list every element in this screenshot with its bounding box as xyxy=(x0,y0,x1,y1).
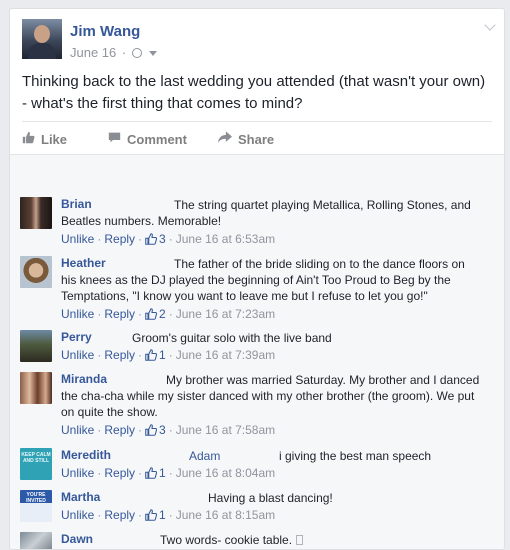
like-count[interactable]: 3 xyxy=(159,423,166,437)
unlike-link[interactable]: Unlike xyxy=(61,423,94,437)
reply-link[interactable]: Reply xyxy=(104,348,135,362)
commenter-name[interactable]: Perry xyxy=(61,330,92,344)
comment-actions: Unlike · Reply · 3 · June 16 at 6:53am xyxy=(61,232,276,246)
thumbs-up-icon xyxy=(145,467,158,479)
commenter-avatar[interactable] xyxy=(20,372,52,404)
comment-bubble-icon xyxy=(108,132,121,143)
comment-timestamp[interactable]: June 16 at 8:04am xyxy=(176,466,275,480)
commenter-name[interactable]: Brian xyxy=(61,197,92,211)
commenter-avatar[interactable] xyxy=(20,532,52,549)
like-button[interactable]: Like xyxy=(22,131,67,147)
comment-button[interactable]: Comment xyxy=(108,131,187,147)
like-count[interactable]: 1 xyxy=(159,348,166,362)
comment-actions: Unlike · Reply · 2 · June 16 at 7:23am xyxy=(61,307,276,321)
comment-actions: Unlike · Reply · 1 · June 16 at 8:04am xyxy=(61,466,276,480)
chevron-down-icon[interactable] xyxy=(484,19,496,31)
author-avatar[interactable] xyxy=(22,19,62,59)
comment-actions: Unlike · Reply · 1 · June 16 at 8:15am xyxy=(61,508,276,522)
commenter-name[interactable]: Dawn xyxy=(61,532,93,546)
reply-link[interactable]: Reply xyxy=(104,307,135,321)
avatar-text: KEEP CALM AND STILL xyxy=(21,452,51,464)
like-label: Like xyxy=(41,132,68,147)
commenter-name[interactable]: Martha xyxy=(61,490,100,504)
like-count[interactable]: 3 xyxy=(159,232,166,246)
share-arrow-icon xyxy=(218,131,232,143)
post-meta: June 16 · xyxy=(70,45,158,60)
reply-link[interactable]: Reply xyxy=(104,466,135,480)
author-name[interactable]: Jim Wang xyxy=(70,23,140,40)
emoji-placeholder xyxy=(296,535,304,545)
commenter-avatar[interactable]: KEEP CALM AND STILL xyxy=(20,448,52,480)
comment-timestamp[interactable]: June 16 at 7:39am xyxy=(176,348,275,362)
comment-timestamp[interactable]: June 16 at 7:23am xyxy=(176,307,275,321)
comment-timestamp[interactable]: June 16 at 7:58am xyxy=(176,423,275,437)
thumbs-up-icon xyxy=(145,509,158,521)
comment-timestamp[interactable]: June 16 at 6:53am xyxy=(176,232,275,246)
commenter-name[interactable]: Miranda xyxy=(61,372,107,386)
commenter-avatar[interactable] xyxy=(20,197,52,229)
thumbs-up-icon xyxy=(22,131,35,144)
comment-label: Comment xyxy=(127,132,187,147)
share-label: Share xyxy=(238,132,275,147)
comments-section: Brian The string quartet playing Metalli… xyxy=(10,154,504,549)
unlike-link[interactable]: Unlike xyxy=(61,307,94,321)
meta-separator: · xyxy=(121,45,127,60)
mention-link[interactable]: Adam xyxy=(189,448,220,464)
like-count[interactable]: 1 xyxy=(159,508,166,522)
post-text: Thinking back to the last wedding you at… xyxy=(22,73,486,112)
reply-link[interactable]: Reply xyxy=(104,423,135,437)
avatar-text: YOU'RE INVITED xyxy=(26,492,46,504)
unlike-link[interactable]: Unlike xyxy=(61,232,94,246)
commenter-avatar[interactable] xyxy=(20,330,52,362)
thumbs-up-icon xyxy=(145,424,158,436)
action-bar: Like Comment Share xyxy=(22,121,492,154)
unlike-link[interactable]: Unlike xyxy=(61,348,94,362)
unlike-link[interactable]: Unlike xyxy=(61,466,94,480)
comment-actions: Unlike · Reply · 1 · June 16 at 7:39am xyxy=(61,348,276,362)
commenter-avatar[interactable] xyxy=(20,256,52,288)
commenter-avatar[interactable]: YOU'RE INVITED xyxy=(20,490,52,522)
post-card: Jim Wang June 16 · Thinking back to the … xyxy=(9,8,505,550)
caret-down-icon[interactable] xyxy=(149,51,158,56)
thumbs-up-icon xyxy=(145,349,158,361)
post-date[interactable]: June 16 xyxy=(70,45,116,60)
reply-link[interactable]: Reply xyxy=(104,508,135,522)
commenter-name[interactable]: Heather xyxy=(61,256,106,270)
globe-icon[interactable] xyxy=(131,48,142,58)
comment-actions: Unlike · Reply · 3 · June 16 at 7:58am xyxy=(61,423,276,437)
commenter-name[interactable]: Meredith xyxy=(61,448,111,462)
thumbs-up-icon xyxy=(145,308,158,320)
comment-timestamp[interactable]: June 16 at 8:15am xyxy=(176,508,275,522)
like-count[interactable]: 2 xyxy=(159,307,166,321)
share-button[interactable]: Share xyxy=(218,131,274,147)
reply-link[interactable]: Reply xyxy=(104,232,135,246)
like-count[interactable]: 1 xyxy=(159,466,166,480)
unlike-link[interactable]: Unlike xyxy=(61,508,94,522)
thumbs-up-icon xyxy=(145,233,158,245)
